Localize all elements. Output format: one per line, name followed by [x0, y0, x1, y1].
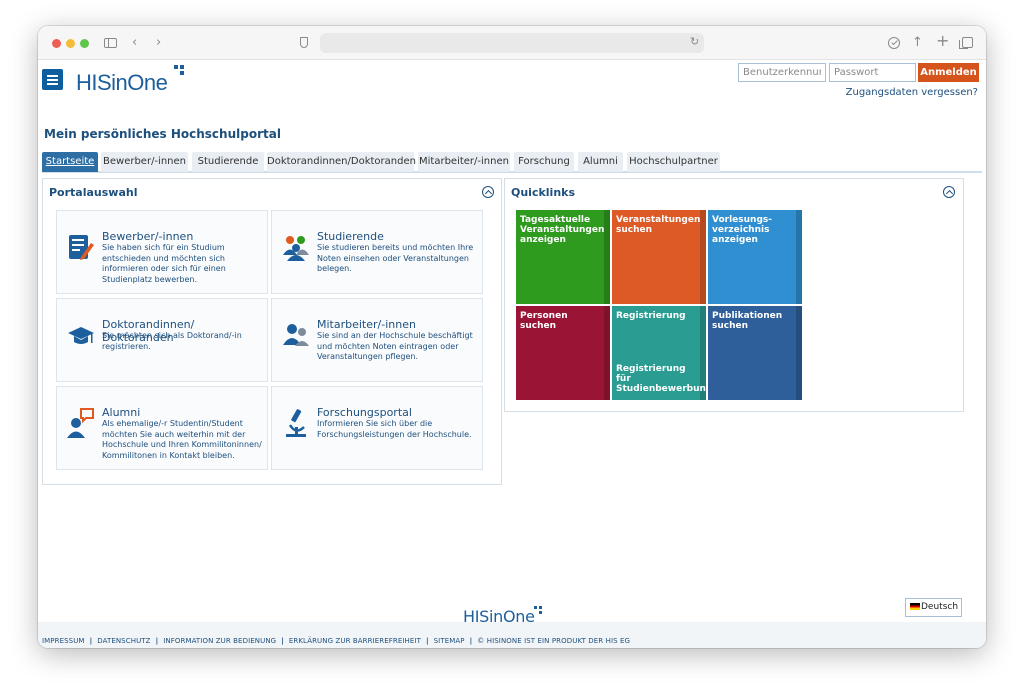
quicklink-tile[interactable]: Registrierung Registrierung für Studienb…: [612, 306, 706, 400]
footer-logo: HISinOne: [463, 607, 535, 626]
address-bar[interactable]: [320, 33, 704, 53]
footer-link-sitemap[interactable]: SITEMAP: [434, 637, 465, 645]
menu-line-icon: [47, 79, 58, 81]
tab-startseite[interactable]: Startseite: [42, 152, 98, 172]
new-tab-icon[interactable]: +: [936, 33, 949, 49]
german-flag-icon: [910, 603, 920, 610]
tile-sublabel: Registrierung für Studienbewerbung: [616, 364, 702, 394]
tab-bewerber[interactable]: Bewerber/-innen: [101, 152, 188, 172]
quicklink-tile[interactable]: Personen suchen: [516, 306, 610, 400]
tile-label: Vorlesungs-verzeichnis anzeigen: [712, 215, 798, 245]
card-title: Bewerber/-innen: [102, 230, 193, 243]
reload-icon[interactable]: ↻: [690, 35, 699, 48]
footer-separator: |: [90, 637, 93, 645]
main-tabs: Startseite Bewerber/-innen Studierende D…: [42, 152, 982, 173]
footer-link-impressum[interactable]: IMPRESSUM: [42, 637, 85, 645]
footer-link-barrierefreiheit[interactable]: ERKLÄRUNG ZUR BARRIEREFREIHEIT: [289, 637, 421, 645]
quicklink-tile[interactable]: Vorlesungs-verzeichnis anzeigen: [708, 210, 802, 304]
portal-card-doktoranden[interactable]: Doktorandinnen/ Doktoranden Sie möchten …: [56, 298, 268, 382]
zoom-window-button[interactable]: [80, 39, 89, 48]
card-description: Sie studieren bereits und möchten Ihre N…: [317, 243, 479, 275]
share-icon[interactable]: ↑: [912, 35, 923, 51]
card-title: Forschungsportal: [317, 406, 412, 419]
footer-link-his-eg[interactable]: © HISINONE IST EIN PRODUKT DER HIS EG: [477, 637, 630, 645]
language-selector[interactable]: Deutsch: [905, 598, 962, 617]
tab-forschung[interactable]: Forschung: [514, 152, 574, 172]
logo-text: HISinOne: [76, 70, 167, 95]
sidebar-toggle-icon[interactable]: [104, 38, 117, 48]
quicklink-tile[interactable]: Publikationen suchen: [708, 306, 802, 400]
footer-logo-dots-icon: [534, 606, 546, 618]
portal-card-mitarbeiter[interactable]: Mitarbeiter/-innen Sie sind an der Hochs…: [271, 298, 483, 382]
person-speech-bubble-icon: [67, 407, 95, 439]
footer-link-datenschutz[interactable]: DATENSCHUTZ: [97, 637, 150, 645]
tile-label: Personen suchen: [520, 311, 606, 331]
application-form-icon: [67, 231, 95, 263]
card-description: Sie sind an der Hochschule beschäftigt u…: [317, 331, 479, 363]
username-input[interactable]: [738, 63, 826, 82]
collapse-icon[interactable]: [482, 186, 494, 198]
card-description: Sie möchten sich als Doktorand/-in regis…: [102, 331, 264, 352]
tab-overview-icon[interactable]: [962, 37, 973, 48]
tile-label: Registrierung: [616, 311, 702, 321]
card-description: Sie haben sich für ein Studium entschied…: [102, 243, 264, 285]
password-input[interactable]: [829, 63, 916, 82]
menu-line-icon: [47, 83, 58, 85]
tab-hochschulpartner[interactable]: Hochschulpartner: [627, 152, 720, 172]
card-description: Als ehemalige/-r Studentin/Student möcht…: [102, 419, 264, 461]
students-group-icon: [282, 231, 310, 263]
panel-title: Portalauswahl: [49, 186, 137, 199]
graduation-cap-icon: [67, 319, 95, 351]
staff-group-icon: [282, 319, 310, 351]
menu-line-icon: [47, 75, 58, 77]
portal-card-studierende[interactable]: Studierende Sie studieren bereits und mö…: [271, 210, 483, 294]
portal-selection-panel: Portalauswahl Bewerber/-innen Sie haben …: [42, 178, 502, 485]
page-title: Mein persönliches Hochschulportal: [44, 127, 281, 141]
login-button[interactable]: Anmelden: [918, 63, 979, 82]
card-title: Mitarbeiter/-innen: [317, 318, 416, 331]
logo-dots-icon: [174, 65, 188, 79]
card-title: Alumni: [102, 406, 140, 419]
page-content: HISinOne Anmelden Zugangsdaten vergessen…: [38, 60, 986, 648]
quicklinks-panel: Quicklinks Tagesaktuelle Veranstaltungen…: [504, 178, 964, 412]
forward-icon[interactable]: ›: [156, 35, 161, 51]
tab-alumni[interactable]: Alumni: [578, 152, 623, 172]
privacy-shield-icon[interactable]: [300, 37, 308, 48]
footer-links: IMPRESSUM | DATENSCHUTZ | INFORMATION ZUR BE…: [42, 637, 630, 645]
tile-label: Tagesaktuelle Veranstaltungen anzeigen: [520, 215, 606, 245]
tab-doktoranden[interactable]: Doktorandinnen/Doktoranden: [267, 152, 414, 172]
collapse-icon[interactable]: [943, 186, 955, 198]
language-label: Deutsch: [921, 602, 958, 612]
download-icon[interactable]: [888, 37, 900, 49]
quicklink-tile[interactable]: Tagesaktuelle Veranstaltungen anzeigen: [516, 210, 610, 304]
browser-window: ‹ › ↻ ↑ + HISinOne Anmelden Zugangsdaten…: [38, 26, 986, 648]
forgot-credentials-link[interactable]: Zugangsdaten vergessen?: [846, 87, 978, 98]
portal-card-bewerber[interactable]: Bewerber/-innen Sie haben sich für ein S…: [56, 210, 268, 294]
card-description: Informieren Sie sich über die Forschungs…: [317, 419, 479, 440]
tile-label: Veranstaltungen suchen: [616, 215, 702, 235]
footer-separator: |: [470, 637, 473, 645]
back-icon[interactable]: ‹: [132, 35, 137, 51]
footer-separator: |: [426, 637, 429, 645]
hamburger-menu-button[interactable]: [42, 69, 63, 90]
portal-card-alumni[interactable]: Alumni Als ehemalige/-r Studentin/Studen…: [56, 386, 268, 470]
tab-mitarbeiter[interactable]: Mitarbeiter/-innen: [418, 152, 510, 172]
panel-title: Quicklinks: [511, 186, 575, 199]
footer-link-bedienung[interactable]: INFORMATION ZUR BEDIENUNG: [163, 637, 276, 645]
minimize-window-button[interactable]: [66, 39, 75, 48]
browser-toolbar: ‹ › ↻ ↑ +: [38, 26, 986, 60]
tab-studierende[interactable]: Studierende: [192, 152, 264, 172]
microscope-icon: [282, 407, 310, 439]
tile-label: Publikationen suchen: [712, 311, 798, 331]
close-window-button[interactable]: [52, 39, 61, 48]
portal-card-forschung[interactable]: Forschungsportal Informieren Sie sich üb…: [271, 386, 483, 470]
footer-separator: |: [156, 637, 159, 645]
hisinone-logo[interactable]: HISinOne: [76, 68, 167, 98]
quicklink-tile[interactable]: Veranstaltungen suchen: [612, 210, 706, 304]
footer-separator: |: [281, 637, 284, 645]
card-title: Studierende: [317, 230, 384, 243]
